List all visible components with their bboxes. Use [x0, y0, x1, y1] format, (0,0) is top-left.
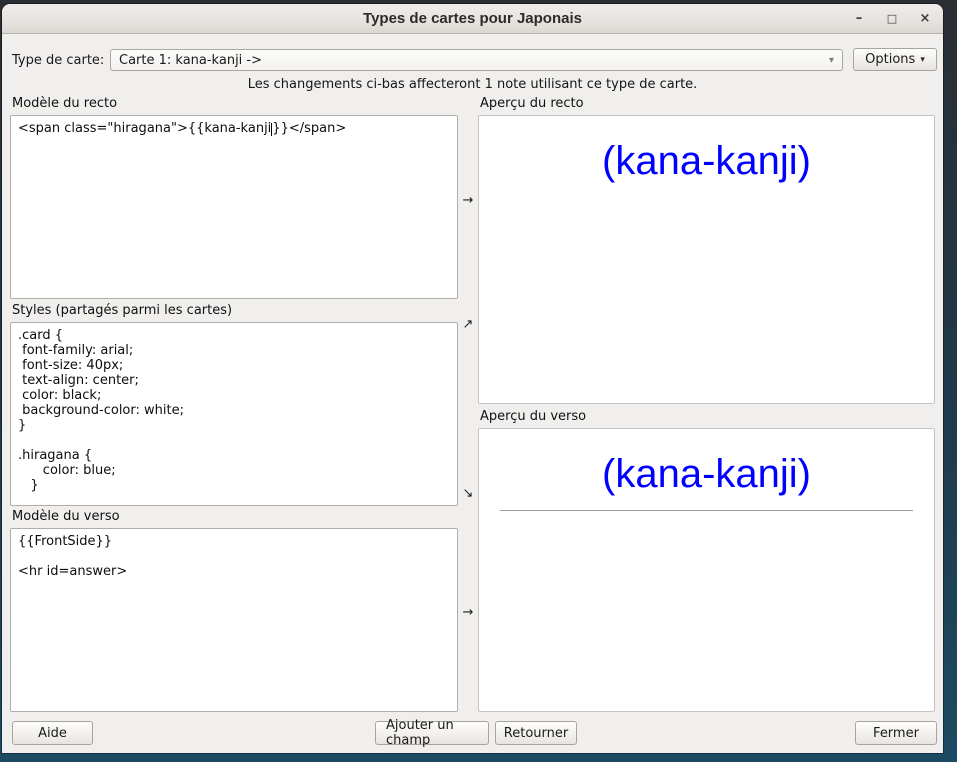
close-button[interactable]: ×: [917, 4, 933, 33]
back-preview-text: (kana-kanji): [479, 451, 934, 497]
front-template-label: Modèle du recto: [12, 96, 117, 111]
styles-editor[interactable]: .card { font-family: arial; font-size: 4…: [10, 322, 458, 506]
front-preview-text: (kana-kanji): [479, 138, 934, 184]
front-preview-label: Aperçu du recto: [480, 96, 584, 111]
chevron-down-icon: ▾: [920, 55, 925, 65]
affected-notes-info: Les changements ci-bas affecteront 1 not…: [2, 77, 943, 92]
maximize-button[interactable]: □: [884, 4, 900, 33]
chevron-down-icon: ▾: [829, 55, 834, 66]
card-types-window: Types de cartes pour Japonais – □ × Type…: [2, 4, 943, 753]
back-preview-pane: (kana-kanji): [478, 428, 935, 712]
arrow-right-icon: →: [460, 193, 476, 208]
card-type-label: Type de carte:: [12, 50, 104, 72]
flip-button[interactable]: Retourner: [495, 721, 577, 745]
close-dialog-button[interactable]: Fermer: [855, 721, 937, 745]
front-template-code: <span class="hiragana">{{kana-kanji: [18, 121, 271, 136]
window-controls: – □ ×: [851, 4, 937, 33]
arrow-right-icon: →: [460, 605, 476, 620]
back-template-label: Modèle du verso: [12, 509, 120, 524]
help-button[interactable]: Aide: [12, 721, 93, 745]
options-button-label: Options: [865, 52, 915, 67]
front-template-editor[interactable]: <span class="hiragana">{{kana-kanji}}</s…: [10, 115, 458, 299]
arrow-down-right-icon: ↘: [460, 486, 476, 501]
titlebar[interactable]: Types de cartes pour Japonais – □ ×: [2, 4, 943, 34]
card-type-select[interactable]: Carte 1: kana-kanji -> ▾: [110, 49, 843, 71]
answer-divider: [500, 510, 913, 511]
arrow-up-right-icon: ↗: [460, 317, 476, 332]
front-preview-pane: (kana-kanji): [478, 115, 935, 404]
add-field-button[interactable]: Ajouter un champ: [375, 721, 489, 745]
minimize-button[interactable]: –: [851, 4, 867, 33]
front-template-code-after: }}</span>: [272, 121, 346, 136]
styles-label: Styles (partagés parmi les cartes): [12, 303, 232, 318]
window-title: Types de cartes pour Japonais: [363, 10, 582, 27]
back-preview-label: Aperçu du verso: [480, 409, 586, 424]
card-type-selected-value: Carte 1: kana-kanji ->: [119, 53, 823, 68]
options-button[interactable]: Options ▾: [853, 48, 937, 71]
back-template-editor[interactable]: {{FrontSide}} <hr id=answer>: [10, 528, 458, 712]
